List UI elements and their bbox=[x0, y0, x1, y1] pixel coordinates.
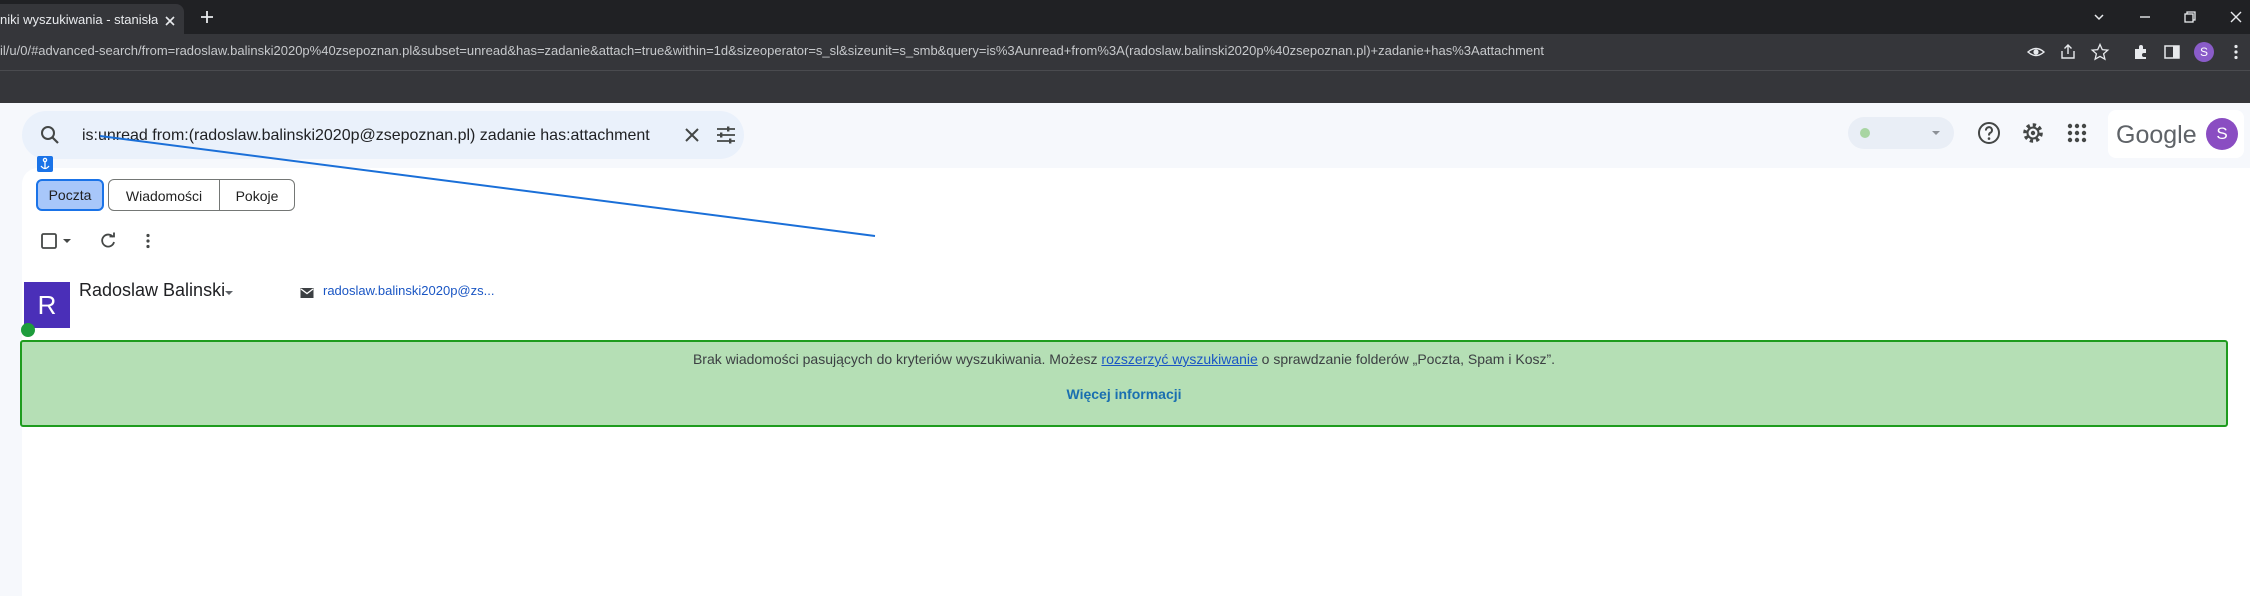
browser-profile-avatar[interactable]: S bbox=[2194, 42, 2214, 62]
restore-icon[interactable] bbox=[2180, 7, 2200, 27]
search-bar bbox=[22, 111, 744, 159]
search-options-icon[interactable] bbox=[714, 123, 738, 147]
status-dot bbox=[1860, 128, 1870, 138]
eye-icon[interactable] bbox=[2026, 42, 2046, 62]
chip-wiadomosci[interactable]: Wiadomości bbox=[108, 179, 220, 211]
share-icon[interactable] bbox=[2058, 42, 2078, 62]
refresh-icon[interactable] bbox=[98, 231, 118, 251]
caret-down-icon bbox=[1932, 131, 1940, 135]
search-icon[interactable] bbox=[38, 123, 62, 147]
google-account-box[interactable]: Google S bbox=[2108, 110, 2244, 158]
status-selector[interactable] bbox=[1848, 117, 1954, 149]
no-results-message: Brak wiadomości pasujących do kryteriów … bbox=[22, 351, 2226, 367]
close-window-icon[interactable] bbox=[2226, 7, 2246, 27]
new-tab-icon[interactable] bbox=[198, 8, 216, 26]
chip-poczta[interactable]: Poczta bbox=[36, 179, 104, 211]
gmail-app: Google S Poczta Wiadomości Pokoje R Rado… bbox=[0, 103, 2250, 596]
caret-down-icon[interactable] bbox=[222, 286, 236, 300]
help-icon[interactable] bbox=[1976, 120, 2002, 146]
select-checkbox-icon[interactable] bbox=[40, 231, 74, 251]
apps-grid-icon[interactable] bbox=[2064, 120, 2090, 146]
search-input[interactable] bbox=[80, 121, 676, 151]
browser-address-bar: il/u/0/#advanced-search/from=radoslaw.ba… bbox=[0, 34, 2250, 70]
extensions-icon[interactable] bbox=[2131, 42, 2151, 62]
mail-icon bbox=[300, 288, 314, 298]
url-text[interactable]: il/u/0/#advanced-search/from=radoslaw.ba… bbox=[0, 43, 1544, 58]
google-logo: Google bbox=[2116, 121, 2197, 149]
sender-name[interactable]: Radoslaw Balinski bbox=[79, 280, 225, 301]
side-panel-icon[interactable] bbox=[2162, 42, 2182, 62]
minimize-icon[interactable] bbox=[2135, 7, 2155, 27]
more-options-icon[interactable] bbox=[138, 231, 158, 251]
no-results-text-after: o sprawdzanie folderów „Poczta, Spam i K… bbox=[1257, 351, 1556, 367]
settings-gear-icon[interactable] bbox=[2020, 120, 2046, 146]
clear-search-icon[interactable] bbox=[680, 123, 704, 147]
browser-menu-icon[interactable] bbox=[2226, 42, 2246, 62]
browser-tab[interactable]: niki wyszukiwania - stanisław bbox=[0, 4, 184, 34]
tab-close-icon[interactable] bbox=[162, 13, 178, 29]
more-info-link[interactable]: Więcej informacji bbox=[22, 386, 2226, 402]
anchor-icon bbox=[37, 156, 53, 172]
account-avatar[interactable]: S bbox=[2206, 118, 2238, 150]
tab-search-icon[interactable] bbox=[2089, 7, 2109, 27]
chip-pokoje[interactable]: Pokoje bbox=[219, 179, 295, 211]
sender-avatar: R bbox=[24, 282, 70, 328]
bookmarks-bar bbox=[0, 70, 2250, 103]
tab-title: niki wyszukiwania - stanisław bbox=[0, 12, 158, 27]
target-icon bbox=[21, 323, 35, 337]
no-results-text-before: Brak wiadomości pasujących do kryteriów … bbox=[692, 351, 1102, 367]
no-results-banner: Brak wiadomości pasujących do kryteriów … bbox=[20, 340, 2228, 427]
browser-tab-strip: niki wyszukiwania - stanisław bbox=[0, 0, 2250, 34]
sender-email-link[interactable]: radoslaw.balinski2020p@zs... bbox=[323, 283, 494, 298]
bookmark-star-icon[interactable] bbox=[2090, 42, 2110, 62]
expand-search-link[interactable]: rozszerzyć wyszukiwanie bbox=[1101, 351, 1257, 367]
